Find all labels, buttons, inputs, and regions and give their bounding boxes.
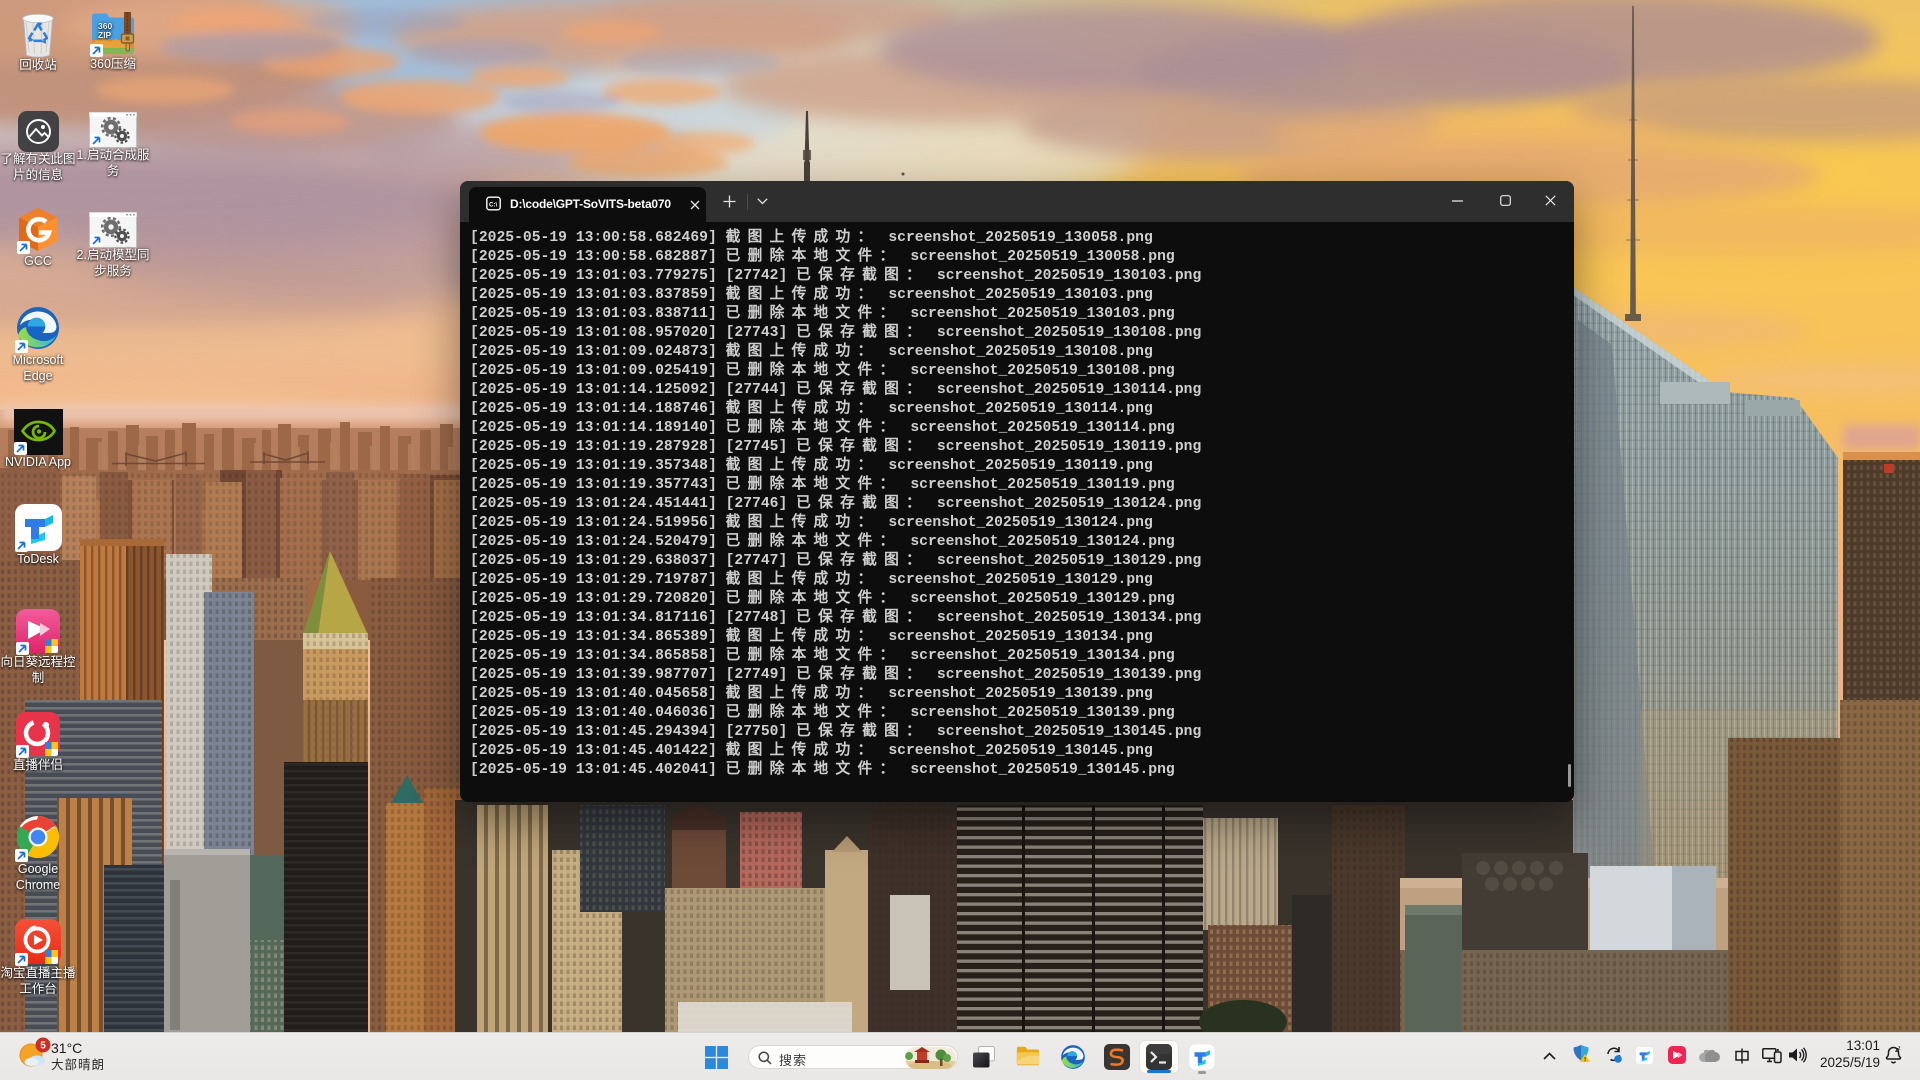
svg-text:C:\: C:\	[489, 202, 498, 209]
svg-text:ZIP: ZIP	[98, 30, 112, 40]
svg-text:5: 5	[40, 1040, 46, 1051]
svg-text:z: z	[1898, 1046, 1901, 1052]
